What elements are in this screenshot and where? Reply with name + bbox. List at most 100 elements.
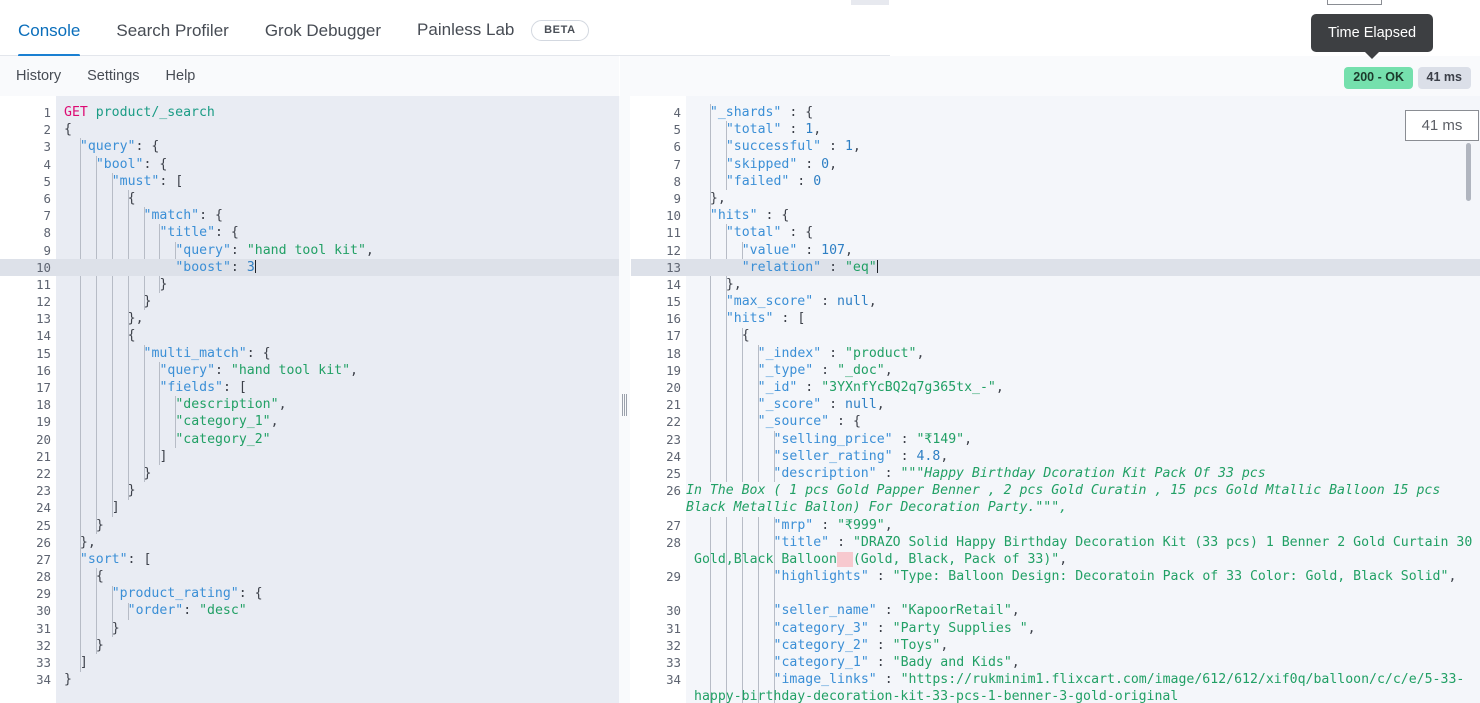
code-line: } (95, 517, 104, 533)
code-line: } (143, 294, 152, 310)
code-line: "selling_price" : "₹149", (773, 431, 973, 447)
line-number: 2▾ (43, 122, 65, 138)
line-number: 13▴ (36, 311, 65, 327)
submenu-item-help[interactable]: Help (166, 68, 196, 84)
code-line: "category_2" : "Toys", (773, 637, 949, 653)
code-line: "failed" : 0 (725, 173, 822, 189)
code-line: "multi_match": { (143, 345, 271, 361)
line-number: 32 (666, 637, 681, 653)
code-line: ] (79, 655, 88, 670)
tab-console[interactable]: Console (18, 21, 81, 57)
code-line: } (64, 672, 72, 688)
response-gutter: 4▾ 56789▴ 10▾11▾121314▴ 1516▾17▾1819 20 2122▾… (630, 96, 695, 703)
request-editor[interactable]: 1 2▾3▾4▾5▾6▾ 7▾8▾91011▴ 12▴13▴14▾15▾16 17▾ 18… (0, 96, 619, 703)
code-line: "title" : "DRAZO Solid Happy Birthday De… (694, 534, 1480, 567)
window-top-edge (0, 0, 1480, 7)
line-number: 28▾ (36, 569, 65, 585)
response-code[interactable]: "_shards" : { "total" : 1, "successful" … (686, 96, 1480, 703)
line-number: 11▾ (666, 225, 695, 241)
line-number: 25 (666, 465, 681, 481)
line-number: 34▴ (36, 672, 65, 688)
line-number: 18 (36, 397, 51, 413)
code-line: "total" : 1, (725, 122, 822, 138)
code-line: "_id" : "3YXnfYcBQ2q7g365tx_-", (757, 380, 1004, 395)
line-number: 9▴ (673, 190, 695, 206)
elapsed-badge[interactable]: 41 ms (1417, 67, 1471, 89)
line-number: 22▾ (666, 414, 695, 430)
line-number: 26▴ (36, 534, 65, 550)
tab-search-profiler[interactable]: Search Profiler (116, 21, 228, 57)
status-badge: 200 - OK (1344, 67, 1413, 89)
tab-grok-debugger[interactable]: Grok Debugger (265, 21, 381, 57)
line-number: 24▴ (36, 500, 65, 516)
code-line: "max_score" : null, (725, 294, 877, 310)
cutoff-input-box (1327, 0, 1382, 5)
console-submenu: History Settings Help (0, 56, 619, 96)
code-line: "_index" : "product", (757, 345, 925, 361)
line-number: 27 (666, 517, 681, 533)
line-number: 10 (0, 258, 56, 276)
line-number: 20 (36, 431, 51, 447)
request-code[interactable]: GET product/_search { "query": { "bool": … (56, 96, 619, 703)
code-line: "description", (175, 397, 287, 413)
line-number: 21▴ (36, 448, 65, 464)
line-number: 8 (673, 173, 681, 189)
code-line: } (111, 620, 120, 636)
tab-console-label: Console (18, 21, 81, 40)
cutoff-chip (851, 0, 889, 5)
code-line: "boost": 3 (56, 258, 619, 276)
line-number: 19 (666, 362, 681, 378)
line-number-continuation (630, 585, 686, 602)
line-number: 15▾ (36, 345, 65, 361)
response-editor[interactable]: 4▾ 56789▴ 10▾11▾121314▴ 1516▾17▾1819 20 2122▾… (630, 96, 1480, 703)
line-number: 29▾ (36, 586, 65, 602)
line-number: 33▴ (36, 655, 65, 670)
code-line: "product_rating": { (111, 586, 263, 602)
code-line: "total" : { (725, 225, 814, 241)
line-number: 25▴ (36, 517, 65, 533)
line-number: 33 (666, 655, 681, 670)
code-line: { (95, 569, 104, 585)
response-statusbar: 200 - OK 41 ms (619, 56, 1480, 96)
line-number: 5 (673, 122, 681, 138)
code-line: "relation" : "eq" (686, 258, 1480, 276)
line-number: 7 (673, 156, 681, 172)
code-line: { (127, 190, 136, 206)
editor-splitter[interactable] (619, 96, 630, 703)
line-number: 12▴ (36, 294, 65, 310)
line-number: 26 (666, 483, 681, 499)
response-scrollbar-thumb[interactable] (1466, 143, 1471, 201)
pane-divider (630, 96, 631, 703)
line-number: 3▾ (43, 139, 65, 155)
line-number: 11▴ (36, 276, 65, 292)
code-line: }, (79, 534, 96, 550)
code-line: "highlights" : "Type: Balloon Design: De… (773, 569, 1457, 585)
code-line: "query": "hand tool kit", (159, 362, 358, 378)
code-line: "description" : """Happy Birthday Dcorat… (773, 465, 1266, 481)
line-number: 4▾ (673, 105, 695, 120)
code-line: } (95, 637, 104, 653)
code-line: "category_1" : "Bady and Kids", (773, 655, 1020, 671)
time-elapsed-tooltip: Time Elapsed (1311, 14, 1434, 59)
line-number: 17▾ (36, 380, 65, 395)
line-number: 15 (666, 294, 681, 310)
line-number: 8▾ (43, 225, 65, 241)
line-number: 29 (666, 569, 681, 585)
code-line: ] (111, 500, 120, 516)
code-line: "seller_name" : "KapoorRetail", (773, 603, 1020, 619)
code-line: "query": "hand tool kit", (175, 242, 374, 258)
line-number: 14▴ (666, 276, 695, 292)
code-line: "sort": [ (79, 551, 152, 567)
code-line: "value" : 107, (741, 242, 853, 258)
submenu-item-history[interactable]: History (16, 68, 61, 84)
code-line: }, (709, 190, 726, 206)
line-number: 18 (666, 345, 681, 361)
code-line: { (127, 328, 136, 344)
tab-painless-lab[interactable]: Painless Lab BETA (417, 19, 589, 59)
code-line: "query": { (79, 139, 160, 155)
code-line: In The Box ( 1 pcs Gold Papper Benner , … (686, 483, 1449, 516)
line-number: 13 (630, 258, 686, 276)
submenu-item-settings[interactable]: Settings (87, 68, 139, 84)
code-line: "_type" : "_doc", (757, 362, 893, 378)
code-line: } (127, 483, 136, 499)
